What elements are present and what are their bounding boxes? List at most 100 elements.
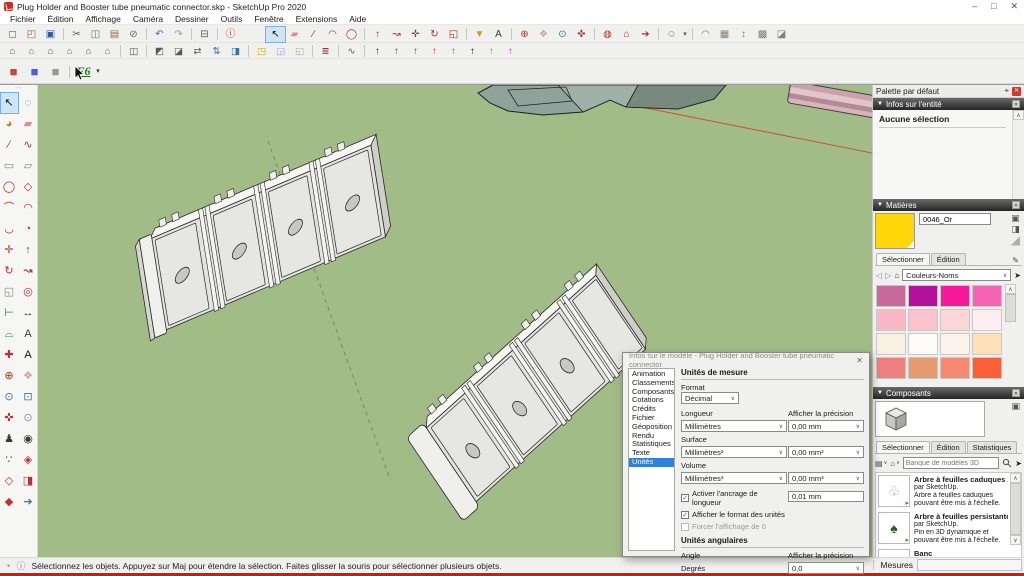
components-tab[interactable]: Édition <box>931 441 966 453</box>
scale-tool[interactable]: ◱ <box>444 27 463 42</box>
component-attributes[interactable]: ◪ <box>169 45 188 58</box>
zoom-previous-tool[interactable]: ⊙ <box>20 408 37 428</box>
print[interactable]: ⊟ <box>195 27 214 42</box>
text-tool[interactable]: A <box>489 27 508 42</box>
force-zero-checkbox[interactable]: Forcer l'affichage de 0 <box>681 522 864 531</box>
material-swatch[interactable] <box>908 285 938 307</box>
component-thumbnail[interactable] <box>878 549 910 557</box>
new-file[interactable]: ◻ <box>3 27 22 42</box>
sample-paint-triangle-icon[interactable]: ◢ <box>1011 235 1020 246</box>
components-tab[interactable]: Statistiques <box>967 441 1018 453</box>
freehand-tool[interactable]: ∿ <box>20 135 37 155</box>
paint-bucket[interactable]: ◕ <box>1 114 18 134</box>
component-list-item[interactable]: Banc <box>876 547 1010 557</box>
components-scrollbar[interactable]: ∧ ∨ <box>1010 473 1021 557</box>
material-swatch[interactable] <box>972 309 1002 331</box>
component-options[interactable]: ◩ <box>150 45 169 58</box>
component-thumbnail[interactable]: ♧ ▸ <box>878 475 910 507</box>
eyedropper-icon[interactable]: ✎ <box>1012 256 1021 265</box>
menu-item[interactable]: Édition <box>42 14 80 24</box>
walk-tool[interactable]: ∵ <box>1 450 18 470</box>
paste[interactable]: ▤ <box>105 27 124 42</box>
material-swatch[interactable] <box>908 333 938 355</box>
home-icon[interactable]: ⌂ <box>894 271 899 280</box>
box-red[interactable]: ■ <box>3 62 24 81</box>
rotate-tool[interactable]: ↻ <box>1 261 18 281</box>
tray-close-icon[interactable]: ✕ <box>1012 87 1021 96</box>
checkbox-checked-icon[interactable]: ✓ <box>681 494 689 502</box>
back-icon[interactable]: ◁ <box>876 271 882 280</box>
geolocation-status-icon[interactable]: ◔ <box>5 561 10 571</box>
zoom-tool[interactable]: ⊙ <box>1 387 18 407</box>
plugin-arrow-v[interactable]: ↑ <box>444 45 463 58</box>
zoom-window-tool[interactable]: ⊡ <box>20 387 37 407</box>
material-swatch[interactable] <box>876 285 906 307</box>
menu-item[interactable]: Fenêtre <box>248 14 289 24</box>
followme-tool[interactable]: ↝ <box>20 261 37 281</box>
select-tool[interactable]: ↖ <box>266 27 285 42</box>
component-list-item[interactable]: ♠ ▸ Arbre à feuilles persistante... par … <box>876 510 1010 547</box>
plugin-arrow-1[interactable]: ↑ <box>368 45 387 58</box>
geolocation[interactable]: ◍ <box>598 27 617 42</box>
axes-tool[interactable]: ✚ <box>1 345 18 365</box>
scroll-up-icon[interactable]: ∧ <box>1005 284 1016 294</box>
close-button[interactable]: ✕ <box>1010 0 1018 13</box>
material-swatch[interactable] <box>940 285 970 307</box>
three-point-arc-tool[interactable]: ◡ <box>1 219 18 239</box>
material-swatch[interactable] <box>876 309 906 331</box>
share-model[interactable]: ➔ <box>636 27 655 42</box>
menu-item[interactable]: Extensions <box>290 14 344 24</box>
scroll-up-icon[interactable]: ∧ <box>1013 110 1024 120</box>
stairs-plugin[interactable]: ≣ <box>316 45 335 58</box>
axes-box-tan[interactable]: ◱ <box>290 45 309 58</box>
zoom-tool[interactable]: ⊙ <box>553 27 572 42</box>
select-tool[interactable]: ↖ <box>1 93 18 113</box>
search-icon[interactable] <box>1002 458 1012 468</box>
drape-tool[interactable]: ◪ <box>772 27 791 42</box>
plugin-arrow-f[interactable]: ↑ <box>501 45 520 58</box>
pin-icon[interactable]: ⌖ <box>1004 86 1009 96</box>
copy[interactable]: ◫ <box>86 27 105 42</box>
scroll-down-icon[interactable]: ∨ <box>1010 535 1021 545</box>
material-swatch[interactable] <box>876 357 906 379</box>
model-info[interactable]: ⓘ <box>221 27 240 42</box>
material-swatch[interactable] <box>972 357 1002 379</box>
component-download[interactable]: ◨ <box>226 45 245 58</box>
section-display-planes[interactable]: ◇ <box>1 471 18 491</box>
open-file[interactable]: ◰ <box>22 27 41 42</box>
line-tool[interactable]: ∕ <box>1 135 18 155</box>
export-section[interactable]: ➔ <box>20 492 37 512</box>
view-top[interactable]: ⌂ <box>22 45 41 58</box>
plugin-arrow-r[interactable]: ↑ <box>425 45 444 58</box>
tray-scrollbar[interactable]: ∧ <box>1012 110 1024 199</box>
view-right[interactable]: ⌂ <box>60 45 79 58</box>
details-arrow-icon[interactable]: ➤ <box>1015 459 1022 468</box>
scale-tool[interactable]: ◱ <box>1 282 18 302</box>
maximize-button[interactable]: □ <box>991 0 996 13</box>
length-precision-select[interactable]: 0,00 mm∨ <box>788 420 864 432</box>
axes-box-yellow[interactable]: ◳ <box>252 45 271 58</box>
volume-unit-select[interactable]: Millimètres³∨ <box>681 472 787 484</box>
3d-text-tool[interactable]: A <box>20 345 37 365</box>
pan-tool[interactable]: ❖ <box>20 366 37 386</box>
volume-precision-select[interactable]: 0,00 mm³∨ <box>788 472 864 484</box>
pushpull-tool[interactable]: ↑ <box>20 240 37 260</box>
sandbox-from-scratch[interactable]: ▦ <box>715 27 734 42</box>
menu-item[interactable]: Dessiner <box>169 14 215 24</box>
component-list-item[interactable]: ♧ ▸ Arbre à feuilles caduques 2D par Ske… <box>876 473 1010 510</box>
rectangle-tool[interactable]: ▭ <box>1 156 18 176</box>
save-file[interactable]: ▣ <box>41 27 60 42</box>
curve-plugin[interactable]: ∿ <box>342 45 361 58</box>
axes-box-blue[interactable]: ◲ <box>271 45 290 58</box>
degrees-precision-select[interactable]: 0,0∨ <box>788 562 864 574</box>
section-display-cuts[interactable]: ◨ <box>20 471 37 491</box>
look-around-tool[interactable]: ◉ <box>20 429 37 449</box>
material-swatch[interactable] <box>908 309 938 331</box>
eraser-tool[interactable]: ▰ <box>285 27 304 42</box>
minimize-button[interactable]: – <box>972 0 977 13</box>
smoove-tool[interactable]: ↕ <box>734 27 753 42</box>
component-search-input[interactable] <box>903 457 1000 469</box>
section-plane-tool[interactable]: ◈ <box>20 450 37 470</box>
move-tool[interactable]: ✛ <box>406 27 425 42</box>
view-iso[interactable]: ⌂ <box>3 45 22 58</box>
